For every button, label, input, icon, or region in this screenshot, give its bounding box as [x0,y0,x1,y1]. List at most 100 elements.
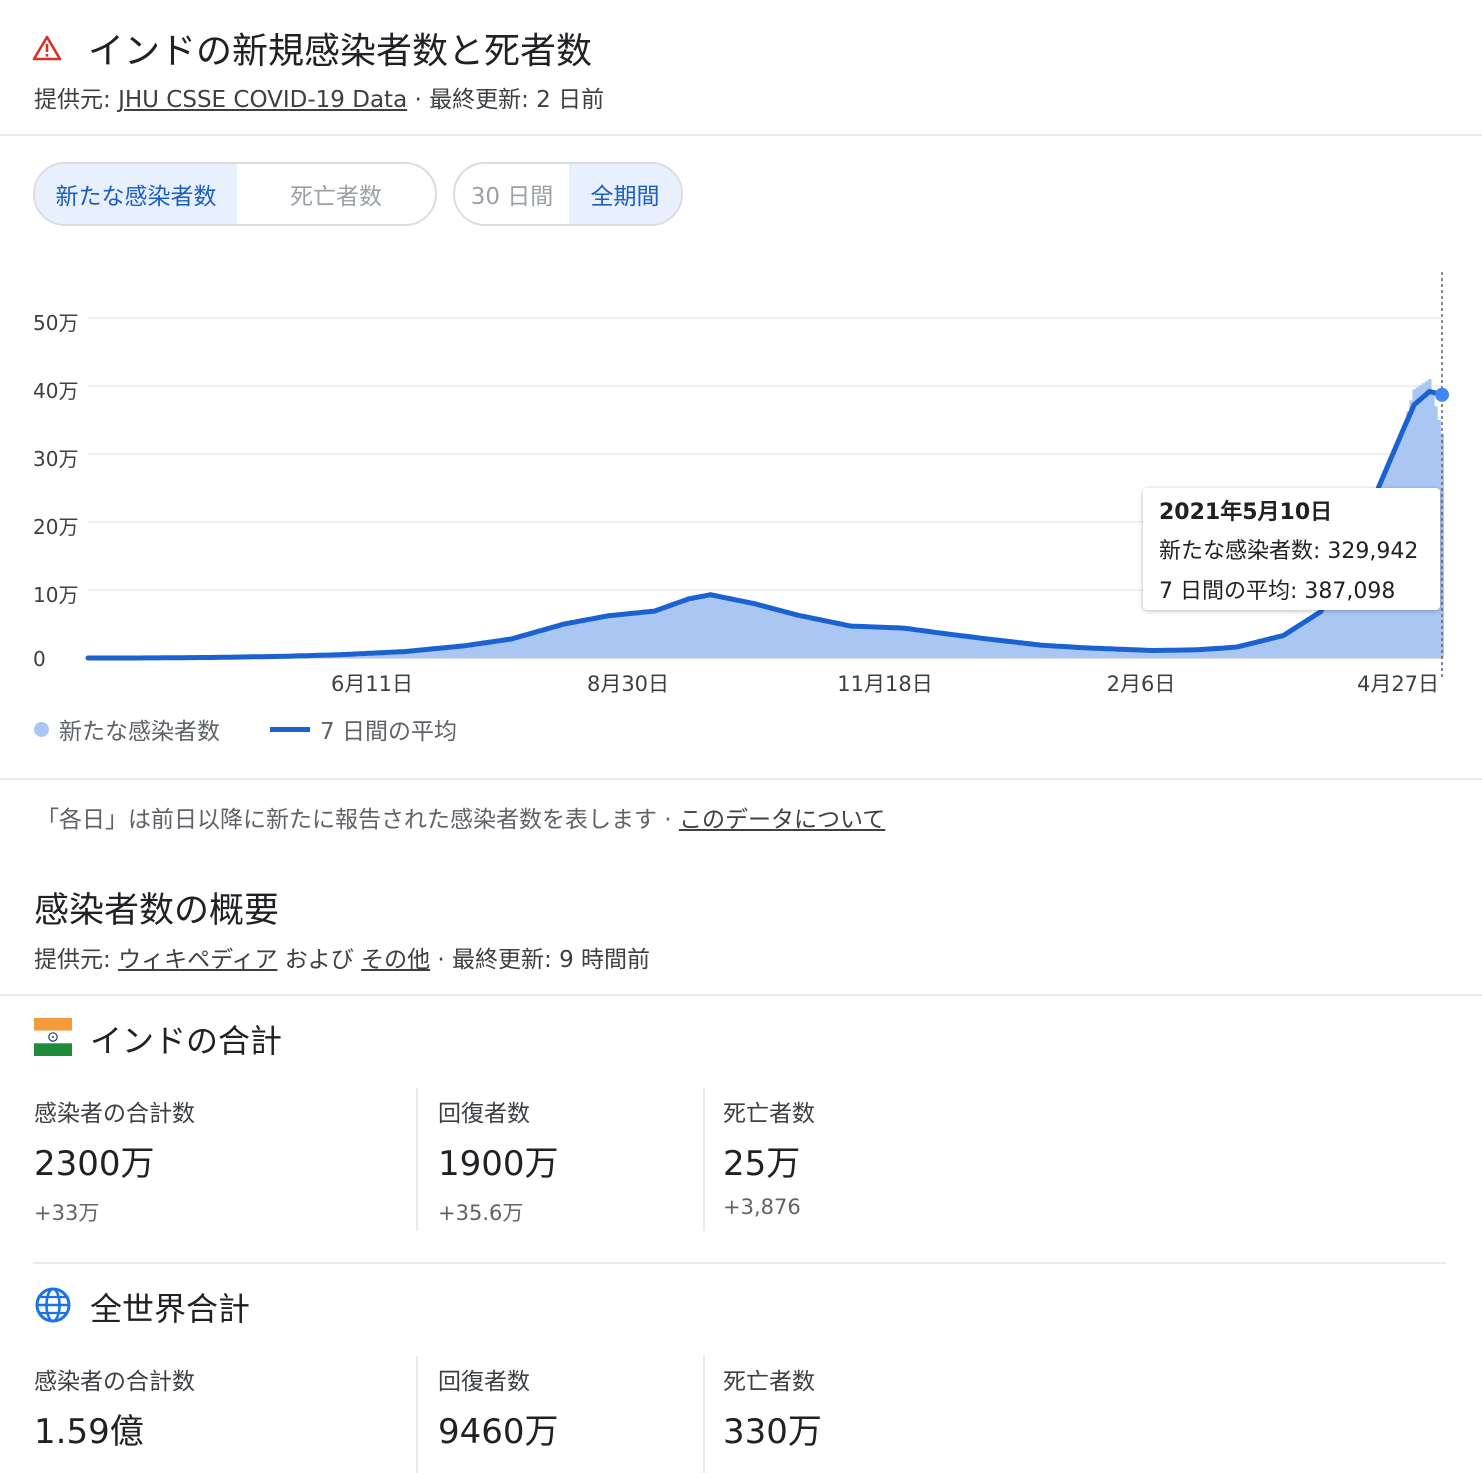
daily-case-bar [634,612,638,658]
column-divider [703,1088,705,1231]
source-link[interactable]: JHU CSSE COVID-19 Data [118,87,407,113]
daily-case-bar [705,592,710,658]
daily-case-bar [696,595,701,658]
daily-case-bar [553,625,557,658]
cases-chart[interactable] [0,260,1482,680]
divider [0,778,1482,780]
daily-case-bar [842,625,847,658]
tab-30-days[interactable]: 30 日間 [455,164,569,224]
tab-new-cases[interactable]: 新たな感染者数 [35,164,237,224]
daily-case-bar [531,631,536,658]
daily-case-bar [662,607,666,658]
daily-case-bar [892,627,897,658]
daily-case-bar [643,611,648,658]
daily-case-bar [659,608,663,658]
daily-case-bar [954,635,959,658]
tab-all-time[interactable]: 全期間 [569,164,681,224]
daily-case-bar [640,611,645,658]
daily-case-bar [618,613,623,658]
source-prefix: 提供元: [34,87,119,113]
daily-case-bar [680,600,685,658]
daily-case-bar [976,638,981,658]
daily-case-bar [712,592,716,658]
daily-case-bar [1319,609,1323,658]
chart-title: インドの新規感染者数と死者数 [88,31,593,72]
daily-case-bar [761,604,766,658]
daily-case-bar [743,600,747,658]
daily-case-bar [1309,615,1314,658]
daily-case-bar [877,627,881,658]
daily-case-bar [802,615,806,658]
daily-case-bar [628,612,632,658]
daily-case-bar [799,615,803,658]
daily-case-bar [948,634,953,658]
daily-case-bar [852,626,856,658]
daily-case-bar [914,629,918,658]
wikipedia-link[interactable]: ウィキペディア [118,947,277,973]
daily-case-bar [789,612,794,658]
daily-case-bar [652,610,657,658]
legend-item-average: 7 日間の平均 [270,712,457,746]
daily-case-bar [612,614,616,658]
daily-case-bar [609,614,613,658]
daily-case-bar [656,609,660,658]
others-link[interactable]: その他 [361,947,430,973]
daily-case-bar [964,636,968,658]
x-tick-label: 2月6日 [1106,672,1176,696]
about-data-link[interactable]: このデータについて [679,807,885,833]
x-tick-label: 8月30日 [586,672,670,696]
warning-icon [32,35,62,61]
stat-value-total-cases: 1.59億 [34,1412,144,1452]
daily-case-bar [540,629,545,658]
daily-case-bar [568,621,573,658]
daily-case-bar [908,628,912,658]
daily-case-bar [733,597,738,658]
daily-case-bar [1312,613,1317,658]
daily-case-bar [917,629,922,658]
divider [0,994,1482,996]
globe-icon [35,1287,71,1323]
daily-case-bar [985,639,990,658]
daily-case-bar [699,594,704,658]
tab-deaths[interactable]: 死亡者数 [237,164,435,224]
daily-case-bar [721,594,725,658]
daily-case-bar [674,602,679,658]
stat-label-recovered: 回復者数 [438,1369,530,1395]
daily-case-bar [821,620,825,658]
daily-case-bar [755,603,760,658]
daily-case-bar [833,623,837,658]
daily-case-bar [708,592,713,658]
daily-case-bar [867,626,872,658]
daily-case-bar [671,603,676,658]
daily-case-bar [911,628,915,658]
daily-case-bar [864,626,869,658]
updated-text: · 最終更新: 9 時間前 [430,947,651,973]
daily-case-bar [1001,641,1006,658]
daily-case-bar [942,633,946,658]
stat-value-deaths: 330万 [723,1412,822,1452]
daily-case-bar [1007,641,1012,658]
daily-case-bar [575,620,579,658]
daily-case-bar [677,601,682,658]
hover-point [1435,387,1449,402]
daily-case-bar [961,636,965,658]
daily-case-bar [780,610,785,658]
daily-case-bar [771,607,775,658]
tooltip-new-cases: 新たな感染者数: 329,942 [1159,539,1419,564]
daily-case-bar [550,626,554,658]
world-total-title: 全世界合計 [90,1290,251,1328]
daily-case-bar [615,614,620,658]
daily-case-bar [544,628,548,658]
daily-case-bar [945,633,950,658]
daily-case-bar [796,614,800,658]
daily-case-bar [746,600,750,658]
daily-case-bar [715,593,719,658]
daily-case-bar [768,606,772,658]
x-tick-label: 4月27日 [1356,672,1440,696]
stat-value-recovered: 9460万 [438,1412,559,1452]
daily-case-bar [808,617,813,658]
daily-case-bar [982,639,987,658]
daily-case-bar [805,616,809,658]
daily-case-bar [596,616,601,658]
daily-case-bar [584,618,588,658]
